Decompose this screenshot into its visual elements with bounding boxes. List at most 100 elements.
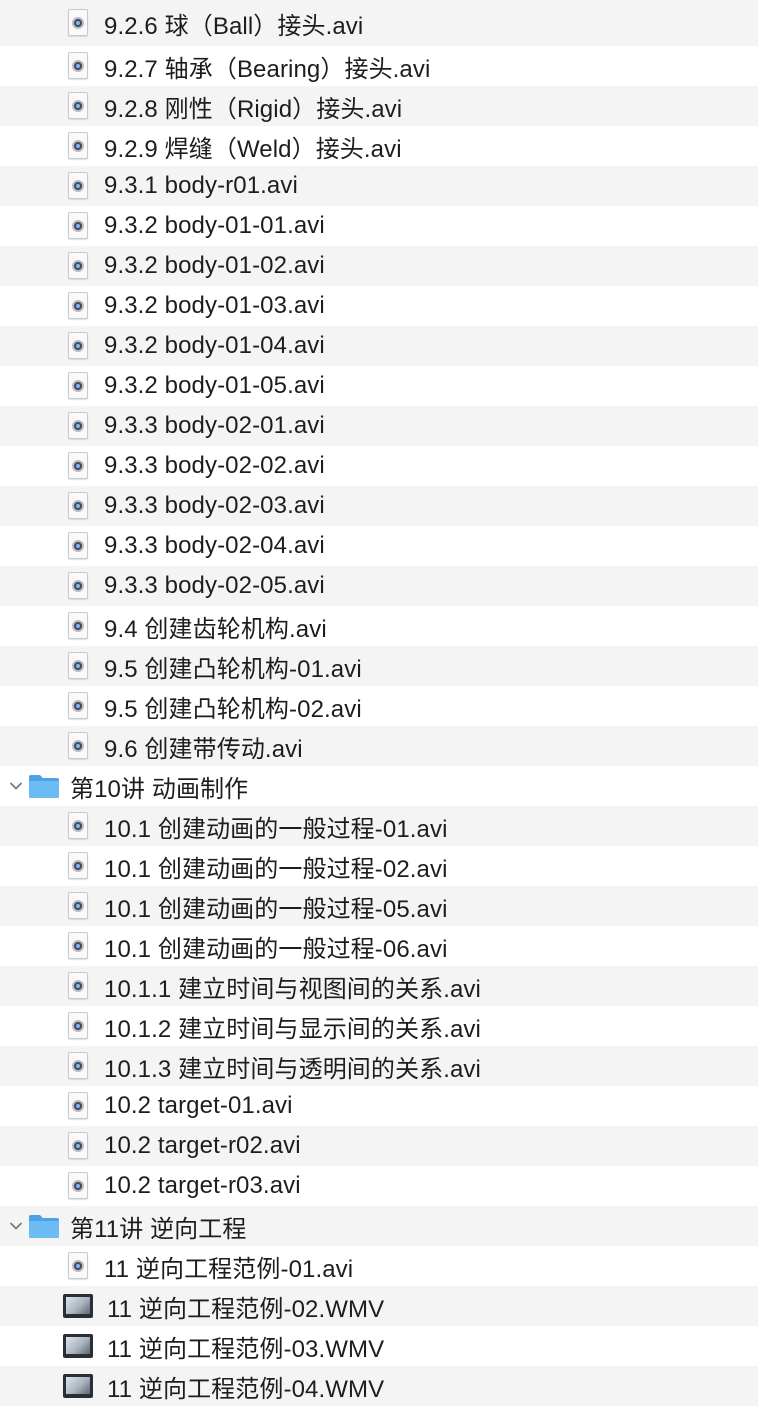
file-name: 9.3.2 body-01-03.avi <box>104 292 325 319</box>
file-row[interactable]: 9.4 创建齿轮机构.avi <box>0 606 758 646</box>
file-row[interactable]: 9.5 创建凸轮机构-01.avi <box>0 646 758 686</box>
file-name: 9.3.2 body-01-04.avi <box>104 332 325 359</box>
video-file-icon <box>66 531 90 561</box>
file-row[interactable]: 9.3.2 body-01-02.avi <box>0 246 758 286</box>
file-row[interactable]: 10.1 创建动画的一般过程-01.avi <box>0 806 758 846</box>
video-file-icon <box>66 1131 90 1161</box>
folder-icon <box>28 1213 60 1239</box>
file-name: 9.2.7 轴承（Bearing）接头.avi <box>104 55 431 83</box>
file-row[interactable]: 9.2.8 刚性（Rigid）接头.avi <box>0 86 758 126</box>
file-row[interactable]: 11 逆向工程范例-04.WMV <box>0 1366 758 1406</box>
file-row[interactable]: 9.3.1 body-r01.avi <box>0 166 758 206</box>
file-row[interactable]: 9.6 创建带传动.avi <box>0 726 758 766</box>
file-row[interactable]: 11 逆向工程范例-01.avi <box>0 1246 758 1286</box>
file-row[interactable]: 10.1 创建动画的一般过程-02.avi <box>0 846 758 886</box>
video-file-icon <box>66 811 90 841</box>
file-name: 11 逆向工程范例-04.WMV <box>107 1375 385 1403</box>
file-name: 10.1 创建动画的一般过程-01.avi <box>104 815 448 843</box>
video-file-icon <box>66 371 90 401</box>
file-row[interactable]: 9.2.9 焊缝（Weld）接头.avi <box>0 126 758 166</box>
file-name: 11 逆向工程范例-03.WMV <box>107 1335 385 1363</box>
file-name: 9.3.3 body-02-03.avi <box>104 492 325 519</box>
file-name: 11 逆向工程范例-02.WMV <box>107 1295 385 1323</box>
file-name: 9.3.3 body-02-02.avi <box>104 452 325 479</box>
file-row[interactable]: 9.3.3 body-02-03.avi <box>0 486 758 526</box>
folder-name: 第10讲 动画制作 <box>70 775 249 803</box>
file-name: 9.2.9 焊缝（Weld）接头.avi <box>104 135 402 163</box>
video-file-icon <box>66 1011 90 1041</box>
file-name: 9.3.3 body-02-01.avi <box>104 412 325 439</box>
folder-row[interactable]: 第11讲 逆向工程 <box>0 1206 758 1246</box>
file-name: 9.2.6 球（Ball）接头.avi <box>104 12 364 40</box>
video-file-icon <box>66 851 90 881</box>
file-name: 9.3.2 body-01-05.avi <box>104 372 325 399</box>
file-row[interactable]: 11 逆向工程范例-03.WMV <box>0 1326 758 1366</box>
video-file-icon <box>66 451 90 481</box>
video-file-icon <box>66 331 90 361</box>
file-name: 10.2 target-01.avi <box>104 1092 293 1119</box>
video-file-icon <box>66 931 90 961</box>
file-row[interactable]: 9.3.3 body-02-04.avi <box>0 526 758 566</box>
file-name: 9.3.1 body-r01.avi <box>104 172 298 199</box>
file-list: 9.2.6 球（Ball）接头.avi 9.2.7 轴承（Bearing）接头.a… <box>0 0 758 1406</box>
video-file-icon <box>66 8 90 38</box>
file-row[interactable]: 9.3.2 body-01-01.avi <box>0 206 758 246</box>
file-row[interactable]: 9.3.3 body-02-05.avi <box>0 566 758 606</box>
file-name: 9.2.8 刚性（Rigid）接头.avi <box>104 95 403 123</box>
file-row[interactable]: 10.2 target-r03.avi <box>0 1166 758 1206</box>
file-row[interactable]: 10.1.1 建立时间与视图间的关系.avi <box>0 966 758 1006</box>
folder-row[interactable]: 第10讲 动画制作 <box>0 766 758 806</box>
video-file-icon <box>66 131 90 161</box>
file-name: 9.6 创建带传动.avi <box>104 735 303 763</box>
video-file-icon <box>66 1171 90 1201</box>
video-file-icon <box>66 571 90 601</box>
folder-name: 第11讲 逆向工程 <box>70 1215 247 1243</box>
file-name: 10.1.1 建立时间与视图间的关系.avi <box>104 975 481 1003</box>
file-name: 9.3.3 body-02-04.avi <box>104 532 325 559</box>
file-name: 10.1.3 建立时间与透明间的关系.avi <box>104 1055 481 1083</box>
file-row[interactable]: 9.3.2 body-01-05.avi <box>0 366 758 406</box>
video-file-icon <box>66 1091 90 1121</box>
file-name: 10.1 创建动画的一般过程-05.avi <box>104 895 448 923</box>
video-file-icon <box>66 1051 90 1081</box>
file-row[interactable]: 10.1 创建动画的一般过程-06.avi <box>0 926 758 966</box>
file-row[interactable]: 9.5 创建凸轮机构-02.avi <box>0 686 758 726</box>
file-row[interactable]: 9.2.6 球（Ball）接头.avi <box>0 0 758 46</box>
video-file-icon <box>66 291 90 321</box>
file-name: 9.3.2 body-01-02.avi <box>104 252 325 279</box>
file-name: 9.4 创建齿轮机构.avi <box>104 615 327 643</box>
video-file-icon <box>66 251 90 281</box>
wmv-file-icon <box>63 1293 93 1319</box>
video-file-icon <box>66 691 90 721</box>
file-row[interactable]: 9.3.3 body-02-02.avi <box>0 446 758 486</box>
file-row[interactable]: 10.2 target-r02.avi <box>0 1126 758 1166</box>
file-row[interactable]: 10.1 创建动画的一般过程-05.avi <box>0 886 758 926</box>
file-row[interactable]: 9.3.2 body-01-04.avi <box>0 326 758 366</box>
file-name: 10.1 创建动画的一般过程-06.avi <box>104 935 448 963</box>
video-file-icon <box>66 651 90 681</box>
video-file-icon <box>66 731 90 761</box>
file-name: 10.1 创建动画的一般过程-02.avi <box>104 855 448 883</box>
wmv-file-icon <box>63 1373 93 1399</box>
video-file-icon <box>66 611 90 641</box>
video-file-icon <box>66 91 90 121</box>
video-file-icon <box>66 491 90 521</box>
file-row[interactable]: 9.3.3 body-02-01.avi <box>0 406 758 446</box>
file-name: 10.2 target-r02.avi <box>104 1132 301 1159</box>
file-row[interactable]: 9.2.7 轴承（Bearing）接头.avi <box>0 46 758 86</box>
file-row[interactable]: 9.3.2 body-01-03.avi <box>0 286 758 326</box>
video-file-icon <box>66 891 90 921</box>
folder-icon <box>28 773 60 799</box>
file-row[interactable]: 10.1.2 建立时间与显示间的关系.avi <box>0 1006 758 1046</box>
wmv-file-icon <box>63 1333 93 1359</box>
file-name: 9.5 创建凸轮机构-02.avi <box>104 695 362 723</box>
chevron-down-icon[interactable] <box>4 774 28 798</box>
video-file-icon <box>66 51 90 81</box>
chevron-down-icon[interactable] <box>4 1214 28 1238</box>
file-name: 9.3.3 body-02-05.avi <box>104 572 325 599</box>
file-row[interactable]: 10.1.3 建立时间与透明间的关系.avi <box>0 1046 758 1086</box>
file-row[interactable]: 11 逆向工程范例-02.WMV <box>0 1286 758 1326</box>
file-name: 10.2 target-r03.avi <box>104 1172 301 1199</box>
file-row[interactable]: 10.2 target-01.avi <box>0 1086 758 1126</box>
video-file-icon <box>66 971 90 1001</box>
